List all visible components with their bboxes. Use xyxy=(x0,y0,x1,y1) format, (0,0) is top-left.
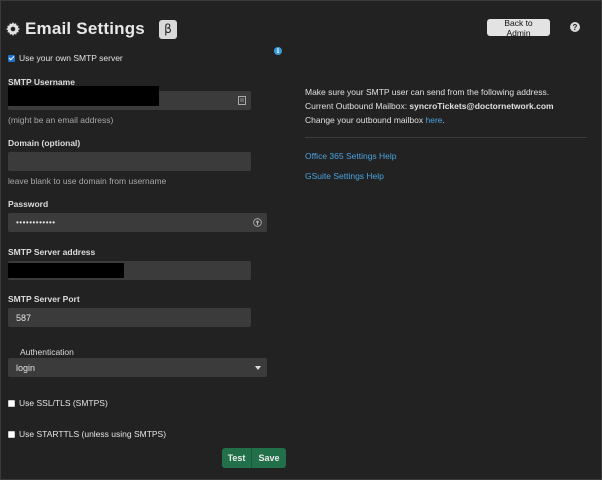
use-ssl-checkbox[interactable] xyxy=(8,399,15,407)
use-own-smtp-label: Use your own SMTP server xyxy=(19,53,123,63)
authentication-label: Authentication xyxy=(20,347,74,357)
test-button[interactable]: Test xyxy=(222,448,252,468)
outbound-mailbox: syncroTickets@doctornetwork.com xyxy=(409,101,554,111)
gear-icon xyxy=(6,22,20,36)
password-label: Password xyxy=(8,199,49,209)
domain-label: Domain (optional) xyxy=(8,138,81,148)
save-button[interactable]: Save xyxy=(252,448,286,468)
redacted-value xyxy=(8,263,124,278)
info-line-1: Make sure your SMTP user can send from t… xyxy=(305,87,550,97)
key-icon[interactable] xyxy=(238,96,246,105)
password-input[interactable]: •••••••••••• xyxy=(8,213,267,232)
use-own-smtp-checkbox[interactable] xyxy=(8,54,15,62)
change-mailbox-link[interactable]: here xyxy=(426,115,443,125)
domain-input[interactable] xyxy=(8,152,251,171)
info-panel: Make sure your SMTP user can send from t… xyxy=(305,85,595,127)
use-ssl-row[interactable]: Use SSL/TLS (SMTPS) xyxy=(8,398,108,408)
gsuite-help-link[interactable]: GSuite Settings Help xyxy=(305,169,384,183)
form-actions: Test Save xyxy=(222,448,286,468)
page-title: Email Settings xyxy=(25,19,145,38)
page-header: Email Settings β xyxy=(6,19,177,39)
domain-hint: leave blank to use domain from username xyxy=(8,176,167,186)
authentication-select[interactable]: login xyxy=(8,358,267,377)
smtp-username-hint: (might be an email address) xyxy=(8,115,114,125)
server-port-input[interactable]: 587 xyxy=(8,308,251,327)
use-starttls-checkbox[interactable] xyxy=(8,430,15,438)
help-icon[interactable]: ? xyxy=(570,22,580,32)
info-line-3: Change your outbound mailbox here. xyxy=(305,115,445,125)
server-address-label: SMTP Server address xyxy=(8,247,96,257)
use-starttls-label: Use STARTTLS (unless using SMTPS) xyxy=(19,429,167,439)
authentication-selected: login xyxy=(16,362,36,373)
use-own-smtp-row[interactable]: Use your own SMTP server xyxy=(8,53,123,63)
use-ssl-label: Use SSL/TLS (SMTPS) xyxy=(19,398,108,408)
redacted-value xyxy=(8,86,159,106)
password-manager-icon[interactable] xyxy=(253,218,262,227)
settings-panel xyxy=(0,0,602,480)
server-port-label: SMTP Server Port xyxy=(8,294,80,304)
use-starttls-row[interactable]: Use STARTTLS (unless using SMTPS) xyxy=(8,429,166,439)
office365-help-link[interactable]: Office 365 Settings Help xyxy=(305,149,397,163)
divider xyxy=(305,137,587,138)
chevron-down-icon xyxy=(255,366,261,370)
info-icon[interactable]: i xyxy=(274,47,282,55)
back-to-admin-button[interactable]: Back to Admin xyxy=(487,18,550,38)
beta-badge: β xyxy=(158,19,177,39)
info-line-2: Current Outbound Mailbox: syncroTickets@… xyxy=(305,101,554,111)
